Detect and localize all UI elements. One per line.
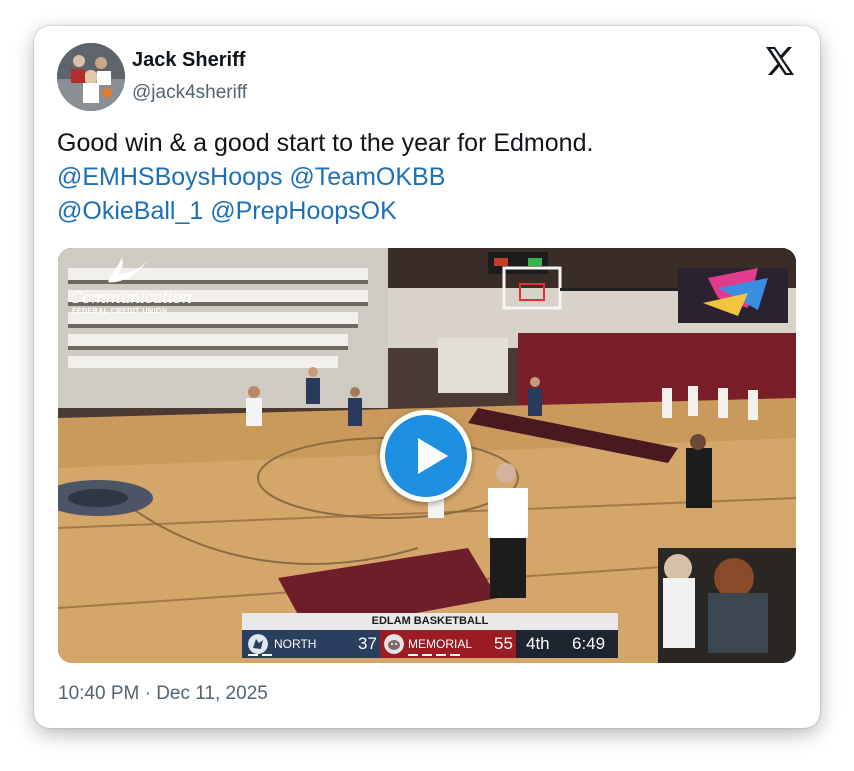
scoreboard-title: EDLAM BASKETBALL	[242, 613, 618, 630]
home-team-name: NORTH	[274, 637, 317, 651]
tweet-card: Jack Sheriff @jack4sheriff Good win & a …	[34, 26, 820, 728]
game-period: 4th	[526, 634, 550, 653]
x-logo-icon[interactable]	[763, 44, 797, 78]
author-handle[interactable]: @jack4sheriff	[132, 82, 247, 104]
away-team-name: MEMORIAL	[408, 637, 473, 651]
author-avatar[interactable]	[57, 43, 125, 111]
scoreboard-home: NORTH 37	[242, 630, 380, 658]
mention-line-1: @EMHSBoysHoops @TeamOKBB	[57, 160, 797, 194]
sponsor-name: Communication	[70, 288, 192, 307]
author-name[interactable]: Jack Sheriff	[132, 49, 245, 72]
away-foul-marker	[408, 654, 418, 656]
video-player[interactable]: Communication FEDERAL CREDIT UNION EDLAM…	[58, 248, 796, 663]
away-foul-marker	[450, 654, 460, 656]
avatar-image	[57, 43, 125, 111]
away-foul-marker	[436, 654, 446, 656]
sponsor-subtitle: FEDERAL CREDIT UNION	[72, 308, 168, 315]
scoreboard: NORTH 37 MEMORIAL 55 4th 6:49	[242, 630, 618, 658]
mention-prephoopsok[interactable]: @PrepHoopsOK	[210, 197, 397, 225]
away-team-logo-icon	[384, 634, 404, 654]
away-team-score: 55	[494, 634, 513, 653]
tweet-timestamp[interactable]: 10:40 PM · Dec 11, 2025	[58, 683, 268, 705]
scoreboard-game-info: 4th 6:49	[516, 630, 618, 658]
home-foul-marker	[248, 654, 258, 656]
mention-line-2: @OkieBall_1 @PrepHoopsOK	[57, 194, 797, 228]
home-foul-marker	[262, 654, 272, 656]
scoreboard-away: MEMORIAL 55	[380, 630, 516, 658]
tweet-text: Good win & a good start to the year for …	[57, 126, 797, 228]
sponsor-bird-icon	[108, 258, 148, 283]
play-triangle	[418, 438, 448, 474]
tweet-body: Good win & a good start to the year for …	[57, 129, 594, 157]
away-foul-marker	[422, 654, 432, 656]
mention-emhsboyshoops[interactable]: @EMHSBoysHoops	[57, 163, 282, 191]
home-team-score: 37	[358, 634, 377, 653]
mention-okieball-1[interactable]: @OkieBall_1	[57, 197, 203, 225]
play-icon[interactable]	[380, 410, 472, 502]
mention-teamokbb[interactable]: @TeamOKBB	[289, 163, 445, 191]
game-clock: 6:49	[572, 634, 606, 653]
home-team-logo-icon	[248, 634, 268, 654]
